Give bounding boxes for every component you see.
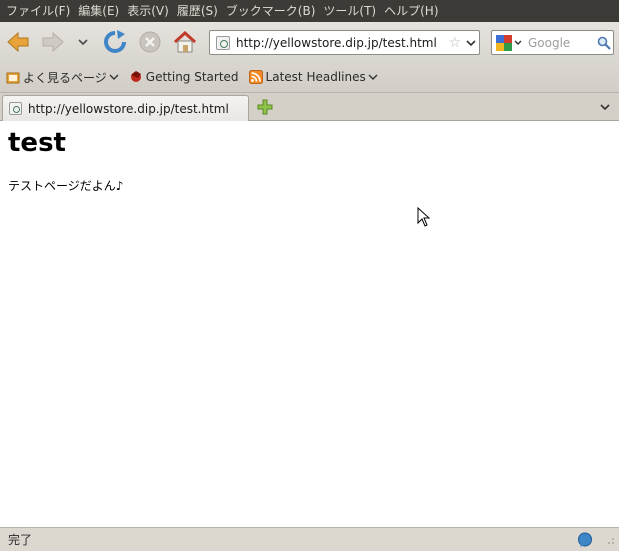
history-dropdown-button[interactable] [72, 29, 94, 55]
reload-icon [104, 30, 126, 53]
firefox-icon [130, 71, 141, 82]
list-all-tabs-button[interactable] [597, 99, 613, 115]
folder-icon [6, 72, 20, 84]
bookmark-label: Latest Headlines [265, 70, 366, 84]
chevron-down-icon [78, 39, 88, 46]
search-input[interactable]: Google [528, 36, 595, 50]
forward-arrow-icon [42, 31, 64, 53]
bookmark-getting-started[interactable]: Getting Started [129, 70, 239, 84]
page-favicon-icon [9, 102, 22, 115]
chevron-down-icon [600, 104, 610, 111]
tab-label: http://yellowstore.dip.jp/test.html [28, 101, 229, 116]
new-tab-button[interactable] [256, 98, 274, 116]
magnifier-icon [597, 36, 611, 50]
reload-button[interactable] [102, 29, 128, 55]
tab-strip: http://yellowstore.dip.jp/test.html [0, 93, 619, 121]
stop-icon [139, 31, 161, 53]
bookmark-star-icon[interactable]: ☆ [448, 35, 461, 51]
site-identity-icon[interactable] [216, 35, 230, 50]
mouse-cursor-icon [417, 207, 431, 227]
bookmark-label: よく見るページ [23, 70, 107, 85]
menu-edit[interactable]: 編集(E) [74, 0, 123, 22]
chevron-down-icon [368, 74, 378, 80]
back-button[interactable] [5, 29, 31, 55]
menu-help[interactable]: ヘルプ(H) [380, 0, 442, 22]
stop-button[interactable] [137, 29, 163, 55]
menu-tools[interactable]: ツール(T) [319, 0, 380, 22]
page-paragraph: テストページだよん♪ [8, 179, 124, 193]
menu-bar: ファイル(F) 編集(E) 表示(V) 履歴(S) ブックマーク(B) ツール(… [0, 0, 619, 22]
status-bar: 完了 [0, 527, 619, 551]
search-bar[interactable]: Google [491, 30, 614, 55]
chevron-down-icon [514, 40, 522, 45]
back-arrow-icon [7, 31, 29, 53]
home-icon [173, 31, 197, 53]
plus-icon [257, 99, 273, 115]
bookmarks-toolbar: よく見るページ Getting Started Latest Headlines [0, 62, 619, 93]
menu-view[interactable]: 表示(V) [123, 0, 173, 22]
menu-bookmarks[interactable]: ブックマーク(B) [222, 0, 320, 22]
search-go-button[interactable] [595, 36, 613, 50]
navigation-toolbar: http://yellowstore.dip.jp/test.html ☆ Go… [0, 22, 619, 62]
page-content: test テストページだよん♪ [0, 122, 619, 527]
rss-icon [248, 70, 263, 84]
tab-active[interactable]: http://yellowstore.dip.jp/test.html [2, 95, 249, 121]
chevron-down-icon [466, 39, 476, 46]
home-button[interactable] [172, 29, 198, 55]
url-text[interactable]: http://yellowstore.dip.jp/test.html [236, 36, 448, 50]
bookmark-most-visited[interactable]: よく見るページ [6, 69, 119, 86]
forward-button[interactable] [40, 29, 66, 55]
url-history-dropdown[interactable] [463, 39, 479, 47]
status-text: 完了 [8, 533, 33, 547]
menu-history[interactable]: 履歴(S) [173, 0, 222, 22]
bookmark-latest-headlines[interactable]: Latest Headlines [248, 70, 378, 84]
chevron-down-icon [109, 74, 119, 80]
bookmark-label: Getting Started [145, 70, 239, 84]
google-icon[interactable] [496, 34, 512, 51]
menu-file[interactable]: ファイル(F) [2, 0, 74, 22]
url-bar[interactable]: http://yellowstore.dip.jp/test.html ☆ [209, 30, 480, 55]
page-heading: test [8, 128, 66, 158]
resize-grip-icon[interactable] [605, 535, 615, 545]
chat-bubble-icon[interactable] [577, 532, 593, 548]
search-engine-dropdown[interactable] [512, 40, 524, 46]
